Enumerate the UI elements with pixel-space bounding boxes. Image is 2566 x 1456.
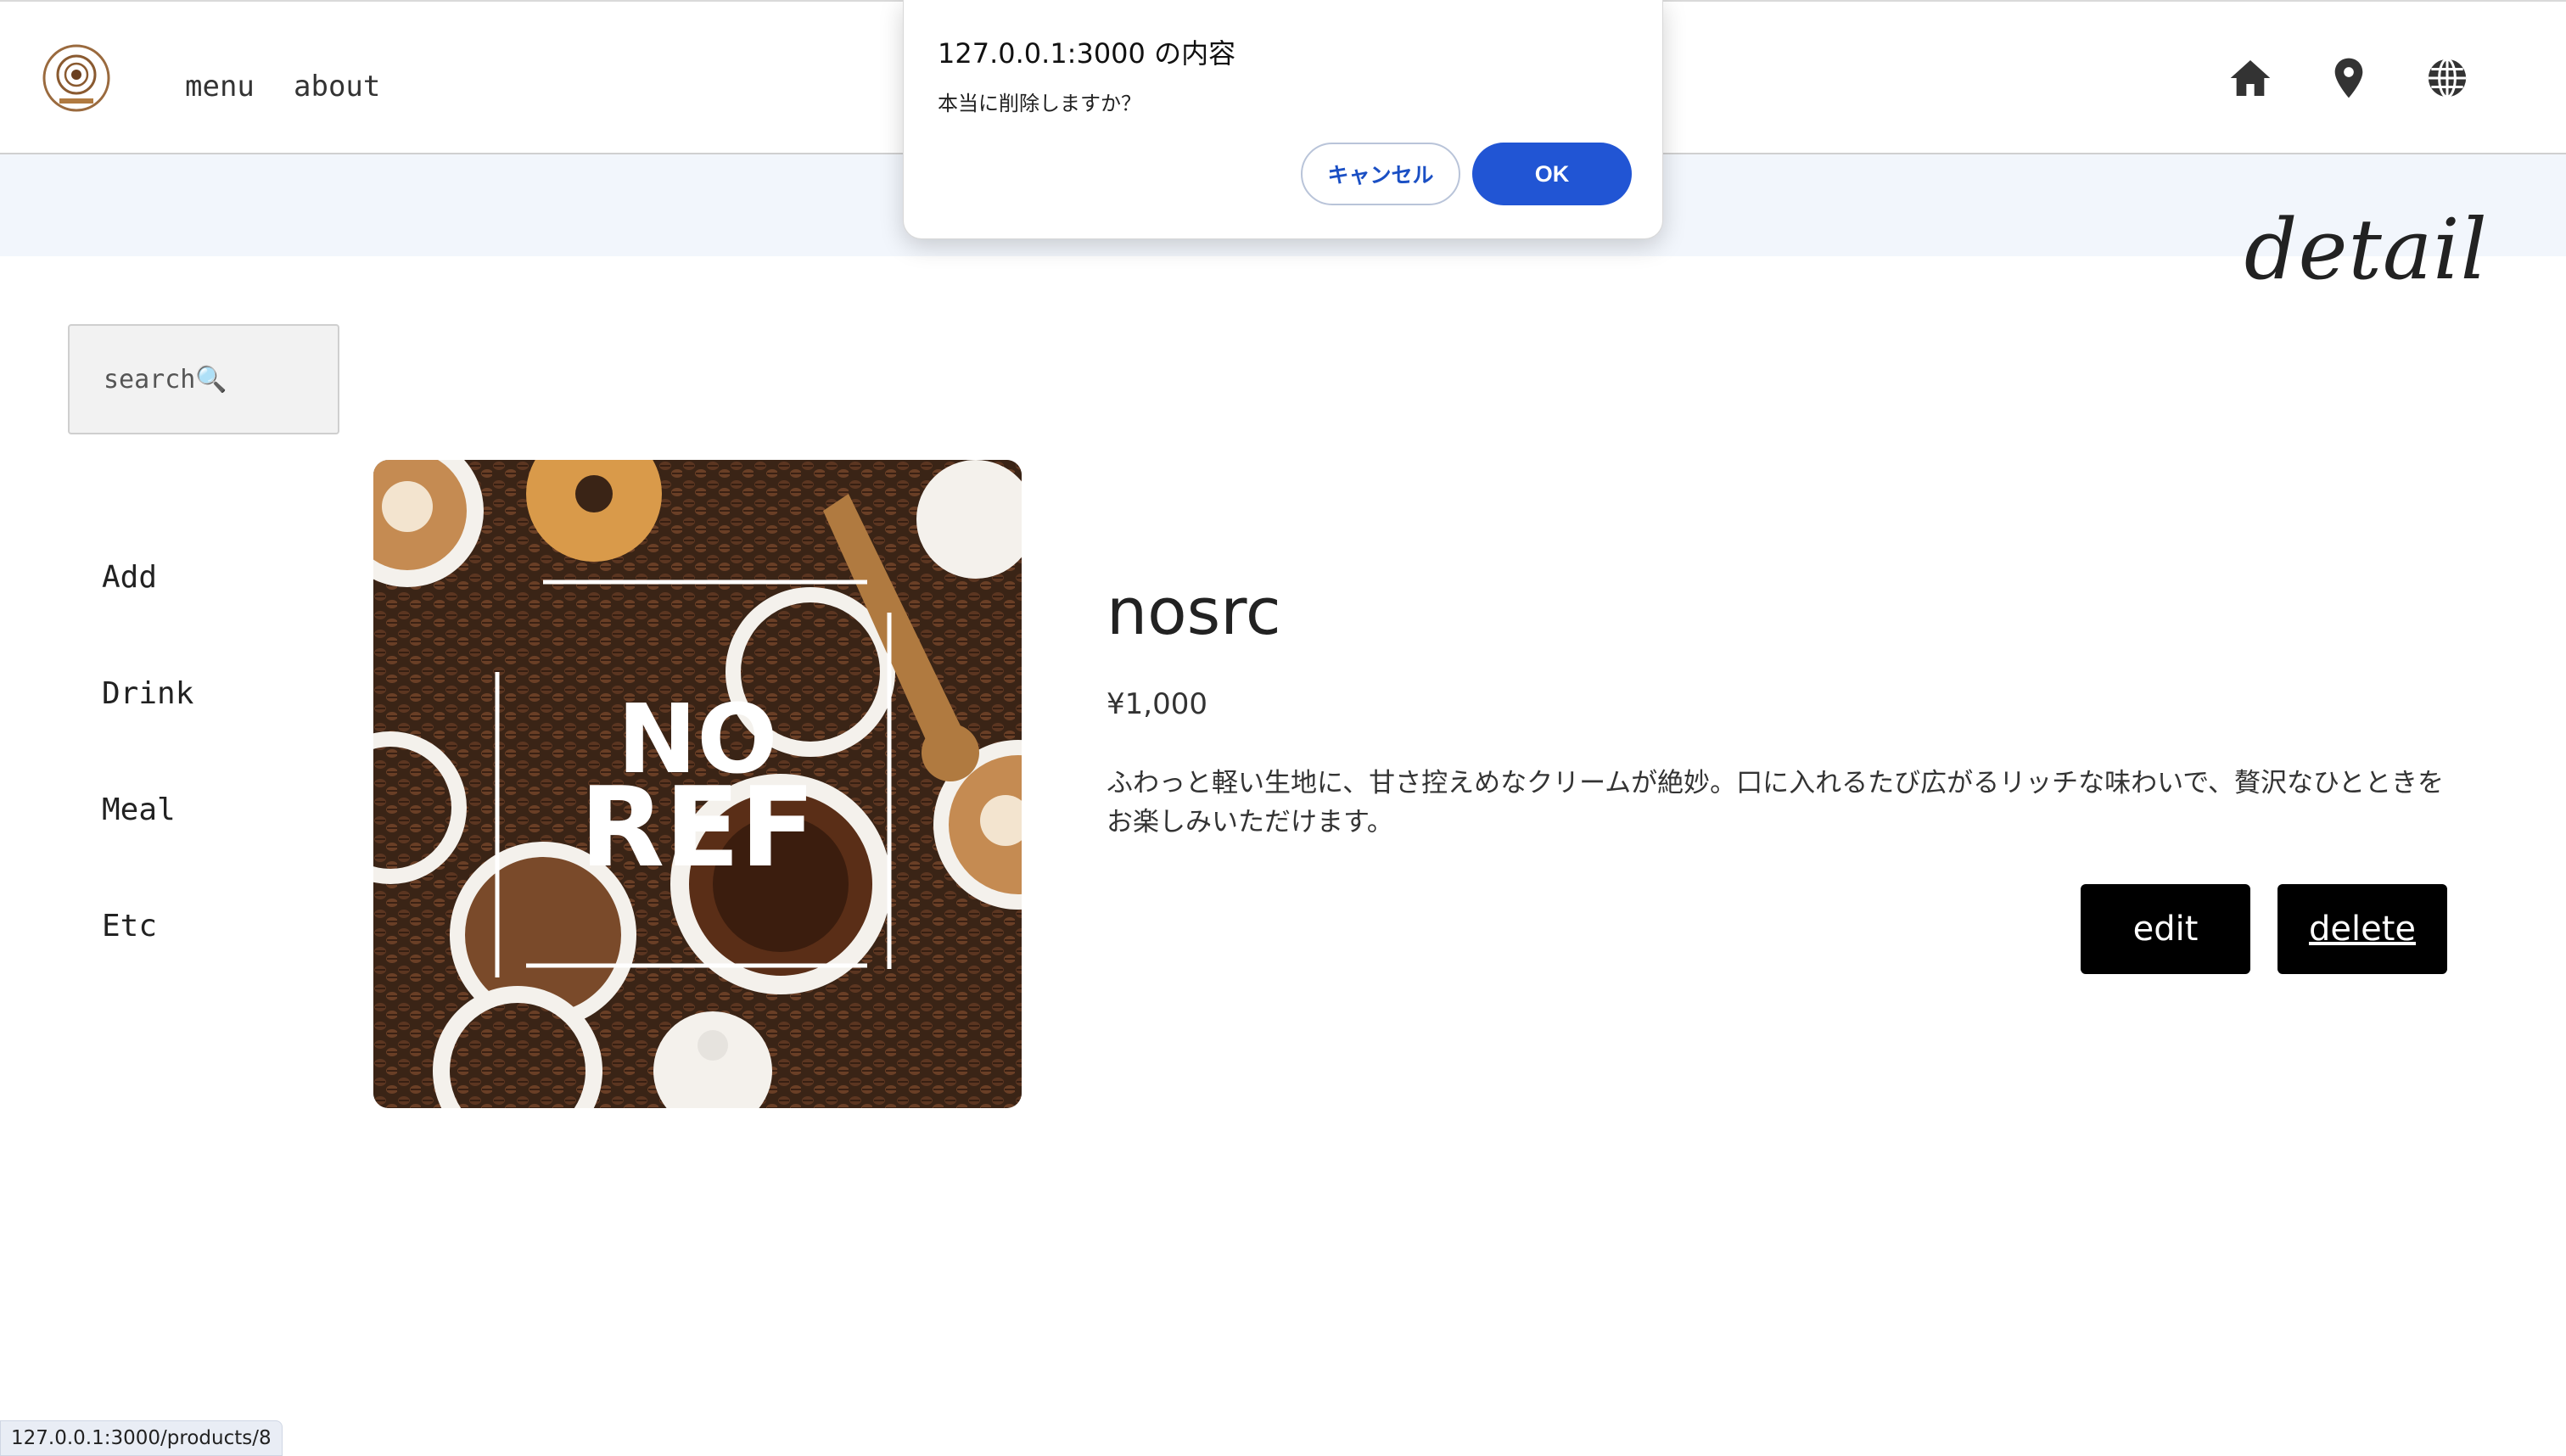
location-pin-icon[interactable] bbox=[2325, 54, 2373, 102]
search-input[interactable] bbox=[68, 324, 339, 434]
dialog-ok-button[interactable]: OK bbox=[1472, 143, 1632, 205]
product-price: ¥1,000 bbox=[1107, 687, 1207, 721]
product-description: ふわっと軽い生地に、甘さ控えめなクリームが絶妙。口に入れるたび広がるリッチな味わ… bbox=[1107, 768, 2445, 837]
edit-button[interactable]: edit bbox=[2081, 884, 2250, 974]
delete-button[interactable]: delete bbox=[2277, 884, 2447, 974]
page-title: detail bbox=[2244, 202, 2488, 299]
home-icon[interactable] bbox=[2227, 54, 2274, 102]
nav-about-link[interactable]: about bbox=[294, 70, 380, 104]
product-name: nosrc bbox=[1107, 574, 1281, 649]
confirm-dialog: 127.0.0.1:3000 の内容 本当に削除しますか？ キャンセル OK bbox=[903, 0, 1663, 239]
sidebar-item-add[interactable]: Add bbox=[102, 560, 157, 595]
dialog-message: 本当に削除しますか？ bbox=[938, 92, 1141, 115]
product-image: NO REF bbox=[373, 460, 1022, 1108]
coffee-logo[interactable] bbox=[41, 44, 112, 115]
dialog-cancel-button[interactable]: キャンセル bbox=[1301, 143, 1460, 205]
status-bar-url: 127.0.0.1:3000/products/8 bbox=[0, 1420, 283, 1456]
dialog-title: 127.0.0.1:3000 の内容 bbox=[938, 37, 1236, 70]
sidebar-item-etc[interactable]: Etc bbox=[102, 909, 157, 944]
globe-icon[interactable] bbox=[2423, 54, 2471, 102]
sidebar-item-meal[interactable]: Meal bbox=[102, 792, 176, 827]
image-text-ref: REF bbox=[580, 763, 815, 892]
nav-menu-link[interactable]: menu bbox=[185, 70, 255, 104]
sidebar-item-drink[interactable]: Drink bbox=[102, 676, 193, 711]
